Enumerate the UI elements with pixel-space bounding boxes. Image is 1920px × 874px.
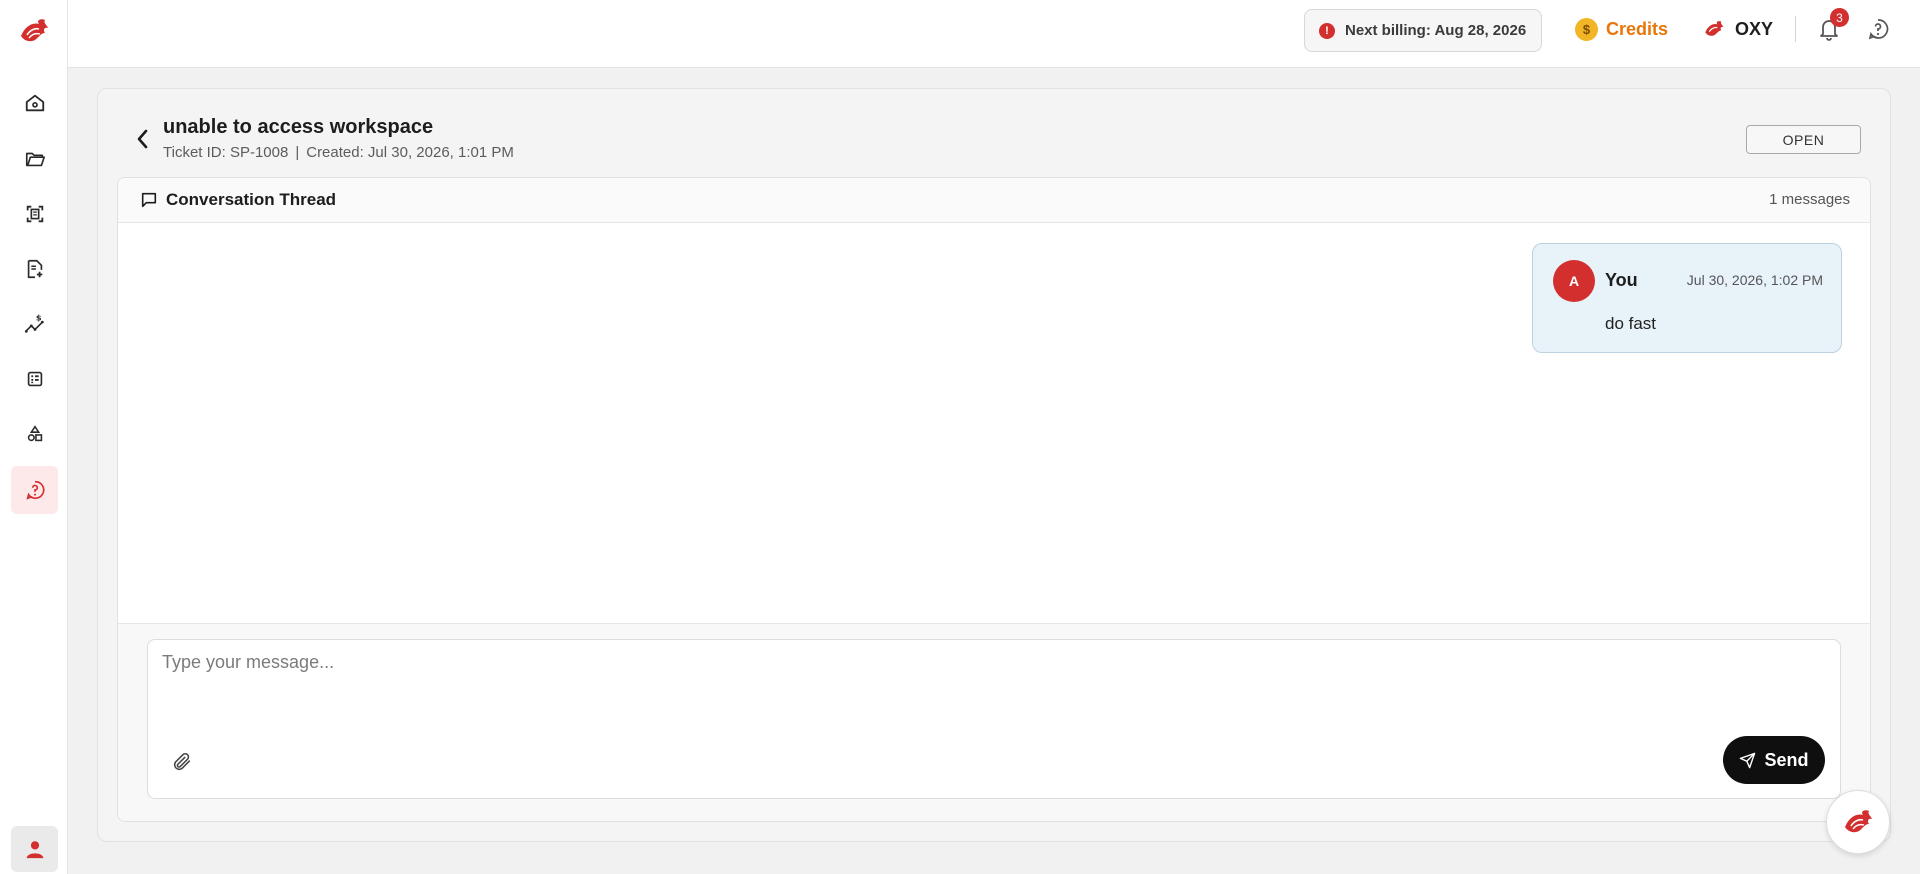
thread-header: Conversation Thread 1 messages <box>118 178 1870 223</box>
sidebar-item-shapes[interactable] <box>11 410 58 458</box>
billing-text: Next billing: Aug 28, 2026 <box>1345 22 1527 39</box>
assistant-chat-button[interactable] <box>1826 790 1890 854</box>
message-bubble: A You Jul 30, 2026, 1:02 PM do fast <box>1532 243 1842 353</box>
calculator-icon <box>27 371 42 387</box>
brand-logo-icon <box>1845 810 1872 833</box>
sidebar-item-pricing[interactable]: $ <box>11 300 58 348</box>
brand-logo-icon <box>1705 21 1724 36</box>
shapes-icon <box>27 425 42 442</box>
status-badge: OPEN <box>1746 125 1861 154</box>
sidebar-item-new-document[interactable] <box>11 245 58 293</box>
sidebar-item-home[interactable] <box>11 79 58 127</box>
send-icon <box>1740 752 1756 768</box>
brand-logo-icon[interactable] <box>16 14 52 48</box>
pricing-trend-icon: $ <box>24 313 44 333</box>
sidebar-item-files[interactable] <box>11 135 58 183</box>
notification-count-badge: 3 <box>1830 8 1849 27</box>
message-author: You <box>1605 270 1638 290</box>
alert-circle-icon: ! <box>1319 22 1335 39</box>
back-button[interactable] <box>130 126 154 152</box>
message-input[interactable] <box>162 652 1822 722</box>
meta-separator: | <box>295 144 300 161</box>
coin-icon: $ <box>1575 17 1598 41</box>
workspace-button[interactable]: OXY <box>1702 16 1773 42</box>
scan-icon <box>26 205 43 223</box>
ticket-created: Created: Jul 30, 2026, 1:01 PM <box>306 144 514 161</box>
messages-list[interactable]: A You Jul 30, 2026, 1:02 PM do fast <box>118 223 1870 623</box>
avatar: A <box>1553 260 1595 302</box>
sidebar: $ <box>0 0 68 874</box>
paperclip-icon <box>173 752 191 771</box>
ticket-title: unable to access workspace <box>163 116 434 138</box>
document-add-icon <box>27 259 42 279</box>
message-text: do fast <box>1605 314 1657 333</box>
send-button[interactable]: Send <box>1723 736 1825 784</box>
home-icon <box>25 94 44 112</box>
attach-button[interactable] <box>168 748 196 776</box>
help-button[interactable] <box>1865 16 1891 42</box>
send-label: Send <box>1764 749 1809 770</box>
credits-label: Credits <box>1606 18 1669 39</box>
billing-notice[interactable]: ! Next billing: Aug 28, 2026 <box>1304 9 1542 52</box>
svg-text:$: $ <box>35 313 41 322</box>
compose-area: Send <box>118 623 1870 821</box>
user-profile-button[interactable] <box>11 826 58 872</box>
conversation-thread: Conversation Thread 1 messages A You Jul… <box>117 177 1871 822</box>
thread-title: Conversation Thread <box>166 190 337 209</box>
help-circle-icon <box>1868 19 1889 40</box>
sidebar-item-support[interactable] <box>11 466 58 514</box>
help-circle-icon <box>25 480 44 500</box>
notifications-button[interactable]: 3 <box>1815 8 1849 44</box>
compose-box: Send <box>147 639 1841 799</box>
workspace-label: OXY <box>1735 18 1774 39</box>
user-icon <box>26 841 43 859</box>
message-count: 1 messages <box>1769 191 1850 208</box>
credits-button[interactable]: $ Credits <box>1575 16 1668 42</box>
message-timestamp: Jul 30, 2026, 1:02 PM <box>1686 272 1823 288</box>
folder-icon <box>25 152 45 167</box>
sidebar-item-scan[interactable] <box>11 190 58 238</box>
message-square-icon <box>141 192 157 208</box>
chevron-left-icon <box>137 129 148 149</box>
sidebar-item-calculator[interactable] <box>11 355 58 403</box>
ticket-meta: Ticket ID: SP-1008 | Created: Jul 30, 20… <box>163 144 514 161</box>
ticket-id: Ticket ID: SP-1008 <box>163 144 289 161</box>
header-divider <box>1795 16 1796 42</box>
